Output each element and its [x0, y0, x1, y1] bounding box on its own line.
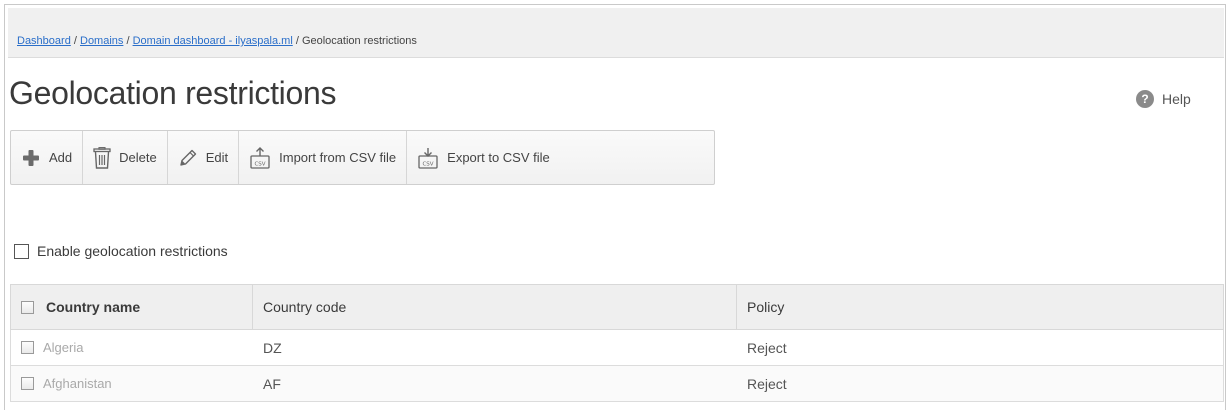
page-title: Geolocation restrictions	[9, 75, 337, 111]
svg-text:CSV: CSV	[255, 161, 266, 167]
cell-country: Afghanistan	[11, 366, 253, 401]
breadcrumb-separator: /	[123, 35, 133, 47]
help-label: Help	[1162, 91, 1191, 107]
help-icon: ?	[1136, 90, 1154, 108]
add-label: Add	[49, 150, 73, 165]
select-all-checkbox[interactable]	[21, 300, 34, 314]
export-csv-label: Export to CSV file	[447, 150, 550, 165]
add-button[interactable]: Add	[11, 131, 84, 184]
export-csv-button[interactable]: CSV Export to CSV file	[407, 131, 560, 184]
policy: Reject	[747, 339, 787, 356]
column-label: Country code	[263, 299, 347, 315]
policy: Reject	[747, 375, 787, 392]
enable-geolocation-row: Enable geolocation restrictions	[14, 243, 228, 259]
row-checkbox[interactable]	[21, 341, 34, 354]
import-csv-button[interactable]: CSV Import from CSV file	[239, 131, 408, 184]
toolbar: Add Delete Edit CSV Import from CSV file	[10, 130, 715, 185]
plus-icon	[23, 149, 39, 166]
column-country-name[interactable]: Country name	[11, 285, 253, 329]
country-name: Algeria	[43, 340, 84, 355]
row-checkbox[interactable]	[21, 377, 34, 390]
help-button[interactable]: ? Help	[1136, 90, 1191, 108]
breadcrumb: Dashboard / Domains / Domain dashboard -…	[17, 35, 417, 47]
trash-icon	[93, 146, 111, 169]
svg-text:CSV: CSV	[423, 161, 434, 167]
column-label: Policy	[747, 299, 785, 315]
pencil-icon	[180, 149, 196, 166]
countries-table: Country name Country code Policy Algeria…	[10, 284, 1224, 402]
edit-label: Edit	[205, 150, 229, 165]
enable-geolocation-label: Enable geolocation restrictions	[37, 243, 228, 259]
column-country-code[interactable]: Country code	[253, 285, 737, 329]
csv-import-icon: CSV	[250, 146, 270, 169]
import-csv-label: Import from CSV file	[279, 150, 397, 165]
country-name: Afghanistan	[43, 376, 112, 391]
column-label: Country name	[46, 299, 141, 315]
table-header: Country name Country code Policy	[10, 284, 1224, 330]
edit-button[interactable]: Edit	[168, 131, 240, 184]
breadcrumb-separator: /	[292, 35, 302, 47]
enable-geolocation-checkbox[interactable]	[14, 243, 29, 259]
csv-export-icon: CSV	[418, 147, 438, 169]
breadcrumb-bar: Dashboard / Domains / Domain dashboard -…	[8, 8, 1224, 58]
column-policy[interactable]: Policy	[737, 285, 1223, 329]
breadcrumb-separator: /	[70, 35, 80, 47]
country-code: DZ	[263, 339, 282, 356]
breadcrumb-link-domains[interactable]: Domains	[80, 35, 123, 47]
country-code: AF	[263, 375, 281, 392]
delete-label: Delete	[119, 150, 157, 165]
table-row[interactable]: Afghanistan AF Reject	[10, 366, 1224, 402]
table-row[interactable]: Algeria DZ Reject	[10, 330, 1224, 366]
cell-country: Algeria	[11, 330, 253, 365]
breadcrumb-current: Geolocation restrictions	[301, 35, 417, 47]
delete-button[interactable]: Delete	[83, 131, 168, 184]
breadcrumb-link-domain-dashboard[interactable]: Domain dashboard - ilyaspala.ml	[133, 35, 293, 47]
breadcrumb-link-dashboard[interactable]: Dashboard	[17, 35, 71, 47]
